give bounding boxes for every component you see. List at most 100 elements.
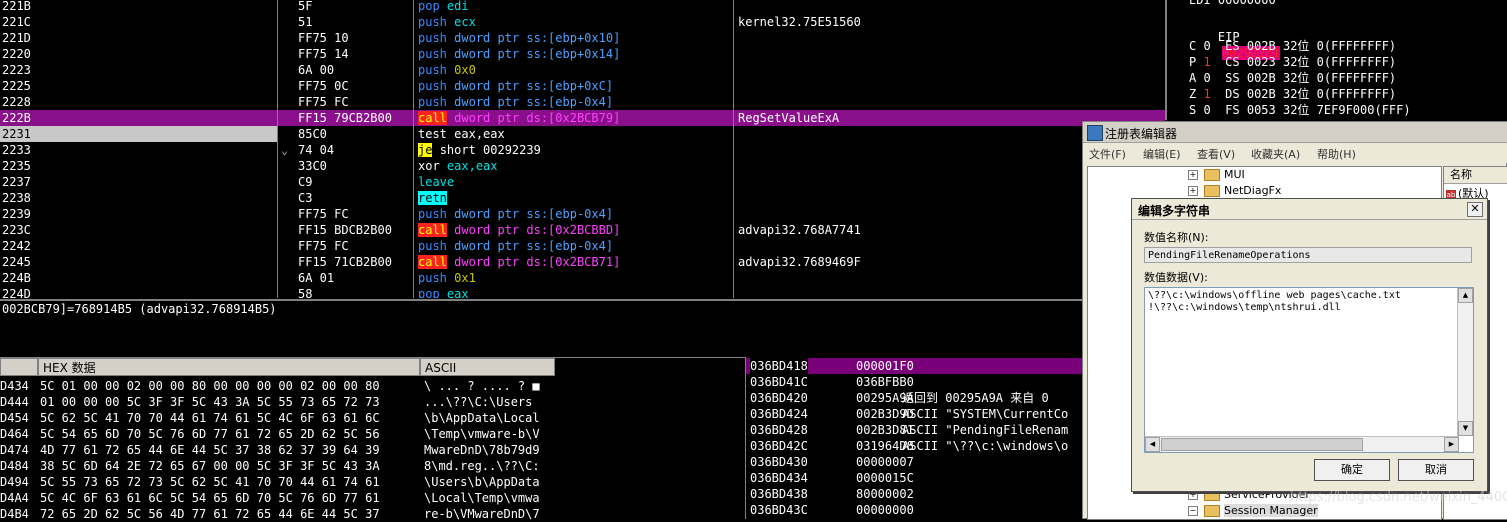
ok-button[interactable]: 确定 [1314,459,1390,481]
flag-segment-row[interactable]: P 1 CS 0023 32位 0(FFFFFFFF) [1189,54,1396,70]
disassembly-pane[interactable]: 221B 5F pop edi 221C 51 push ecx kernel32.75E5… [0,0,1165,298]
dump-address-header[interactable] [0,358,38,376]
menu-help[interactable]: 帮助(H) [1317,146,1356,162]
stack-row[interactable]: 036BD434 0000015C [746,470,1083,486]
disasm-row[interactable]: 2239 FF75 FC push dword ptr ss:[ebp-0x4] [0,206,1165,222]
disasm-row[interactable]: 2220 FF75 14 push dword ptr ss:[ebp+0x14] [0,46,1165,62]
collapse-icon[interactable]: − [1188,506,1198,516]
tree-node-session-manager[interactable]: − Session Manager [1188,503,1318,519]
disasm-bytes: FF75 14 [298,47,349,61]
flag-value[interactable]: 1 [1203,87,1210,101]
tree-node-mui[interactable]: + MUI [1188,167,1245,183]
disasm-row[interactable]: 2235 33C0 xor eax,eax [0,158,1165,174]
disasm-row[interactable]: 221C 51 push ecx kernel32.75E51560 [0,14,1165,30]
stack-row[interactable]: 036BD41C 036BFBB0 [746,374,1083,390]
disasm-row[interactable]: 2242 FF75 FC push dword ptr ss:[ebp-0x4] [0,238,1165,254]
stack-pane[interactable]: 036BD418 000001F0 036BD41C 036BFBB0 036BD420… [745,357,1083,519]
mnemonic: push [418,31,447,45]
operands: dword ptr ds:[0x2BCBBD] [454,223,621,237]
dialog-title-bar[interactable]: 编辑多字符串 ✕ [1132,199,1487,220]
segment-value[interactable]: 0053 [1247,103,1276,117]
edit-multi-string-dialog[interactable]: 编辑多字符串 ✕ 数值名称(N): PendingFileRenameOpera… [1131,198,1488,492]
operands: dword ptr ss:[ebp-0x4] [454,239,614,253]
scroll-left-icon[interactable]: ◀ [1145,437,1160,452]
operands: short 00292239 [439,143,541,157]
flag-value[interactable]: 0 [1203,103,1210,117]
disasm-instruction: call dword ptr ds:[0x2BCB71] [418,254,620,270]
eip-row[interactable]: EIP 00292231 [1189,13,1280,60]
segment-name: ES [1225,39,1240,53]
value-name-label: 数值名称(N): [1144,231,1209,244]
column-divider[interactable] [733,0,734,298]
registers-pane[interactable]: EDI 00000000 EIP 00292231 C 0 ES 002B 32… [1165,0,1507,120]
flag-value[interactable]: 0 [1203,39,1210,53]
column-divider[interactable] [413,0,414,298]
disasm-bytes: FF75 FC [298,95,349,109]
close-icon[interactable]: ✕ [1467,202,1483,217]
disasm-row[interactable]: 224D 58 pop eax [0,286,1165,298]
scroll-right-icon[interactable]: ▶ [1444,437,1459,452]
stack-row[interactable]: 036BD420 00295A9A 返回到 00295A9A 来自 0 [746,390,1083,406]
dump-ascii-header[interactable]: ASCII [420,358,555,376]
scroll-thumb[interactable] [1161,438,1363,451]
disasm-bytes: 5F [298,0,313,13]
flag-segment-row[interactable]: A 0 SS 002B 32位 0(FFFFFFFF) [1189,70,1396,86]
flag-name: S [1189,103,1197,117]
segment-value[interactable]: 002B [1247,87,1276,101]
stack-comment: ASCII "SYSTEM\CurrentCo [902,407,1069,421]
segment-value[interactable]: 0023 [1247,55,1276,69]
menu-file[interactable]: 文件(F) [1089,146,1126,162]
list-header-name[interactable]: 名称 [1444,167,1507,184]
flag-value[interactable]: 0 [1203,71,1210,85]
horizontal-scrollbar[interactable]: ◀ ▶ [1145,436,1459,452]
operands: dword ptr ss:[ebp+0x14] [454,47,621,61]
flag-value[interactable]: 1 [1203,55,1210,69]
stack-row[interactable]: 036BD428 002B3D81 ASCII "PendingFileRenam [746,422,1083,438]
stack-row[interactable]: 036BD42C 031964D8 ASCII "\??\c:\windows\o [746,438,1083,454]
expand-icon[interactable]: + [1188,186,1198,196]
flag-segment-row[interactable]: S 0 FS 0053 32位 7EF9F000(FFF) [1189,102,1411,118]
disasm-row[interactable]: 2231 85C0 test eax,eax [0,126,1165,142]
menu-favorites[interactable]: 收藏夹(A) [1251,146,1300,162]
stack-row[interactable]: 036BD43C 00000000 [746,502,1083,518]
disasm-row[interactable]: 2225 FF75 0C push dword ptr ss:[ebp+0xC] [0,78,1165,94]
menu-view[interactable]: 查看(V) [1197,146,1235,162]
stack-row[interactable]: 036BD438 80000002 [746,486,1083,502]
scroll-up-icon[interactable]: ▲ [1458,288,1473,303]
stack-row[interactable]: 036BD430 00000007 [746,454,1083,470]
flag-segment-row[interactable]: C 0 ES 002B 32位 0(FFFFFFFF) [1189,38,1396,54]
mnemonic: push [418,95,447,109]
cancel-button[interactable]: 取消 [1398,459,1474,481]
disasm-row[interactable]: 224B 6A 01 push 0x1 [0,270,1165,286]
dump-hex-header[interactable]: HEX 数据 [38,358,420,376]
value-data-textarea[interactable]: \??\c:\windows\offline web pages\cache.t… [1144,287,1474,453]
mnemonic: push [418,207,447,221]
registry-title-bar[interactable]: 注册表编辑器 [1083,122,1507,143]
operands: ecx [454,15,476,29]
disasm-row[interactable]: 2238 C3 retn [0,190,1165,206]
disasm-row[interactable]: 223C FF15 BDCB2B00 call dword ptr ds:[0x2B… [0,222,1165,238]
stack-row[interactable]: 036BD418 000001F0 [746,358,1083,374]
segment-value[interactable]: 002B [1247,39,1276,53]
tree-node-netdiagfx[interactable]: + NetDiagFx [1188,183,1281,199]
disasm-row[interactable]: 2223 6A 00 push 0x0 [0,62,1165,78]
disasm-row[interactable]: 2228 FF75 FC push dword ptr ss:[ebp-0x4] [0,94,1165,110]
hex-dump-pane[interactable]: HEX 数据 ASCII D434 5C 01 00 00 02 00 00 80… [0,357,745,521]
disasm-row[interactable]: 221D FF75 10 push dword ptr ss:[ebp+0x10] [0,30,1165,46]
disasm-row[interactable]: 222B FF15 79CB2B00 call dword ptr ds:[0x2B… [0,110,1165,126]
stack-row[interactable]: 036BD424 002B3D9D ASCII "SYSTEM\CurrentCo [746,406,1083,422]
menu-edit[interactable]: 编辑(E) [1143,146,1181,162]
value-name-field[interactable]: PendingFileRenameOperations [1144,247,1472,263]
disasm-row[interactable]: 221B 5F pop edi [0,0,1165,14]
expand-icon[interactable]: + [1188,170,1198,180]
disasm-row[interactable]: 2245 FF15 71CB2B00 call dword ptr ds:[0x2B… [0,254,1165,270]
folder-icon [1204,505,1220,517]
flag-segment-row[interactable]: Z 1 DS 002B 32位 0(FFFFFFFF) [1189,86,1396,102]
vertical-scrollbar[interactable]: ▲ ▼ [1457,288,1473,436]
segment-value[interactable]: 002B [1247,71,1276,85]
disasm-row[interactable]: 2233 ⌄ 74 04 je short 00292239 [0,142,1165,158]
column-divider[interactable] [277,0,278,298]
scroll-down-icon[interactable]: ▼ [1458,421,1473,436]
disasm-row[interactable]: 2237 C9 leave [0,174,1165,190]
data-line: \??\c:\windows\offline web pages\cache.t… [1148,290,1401,301]
